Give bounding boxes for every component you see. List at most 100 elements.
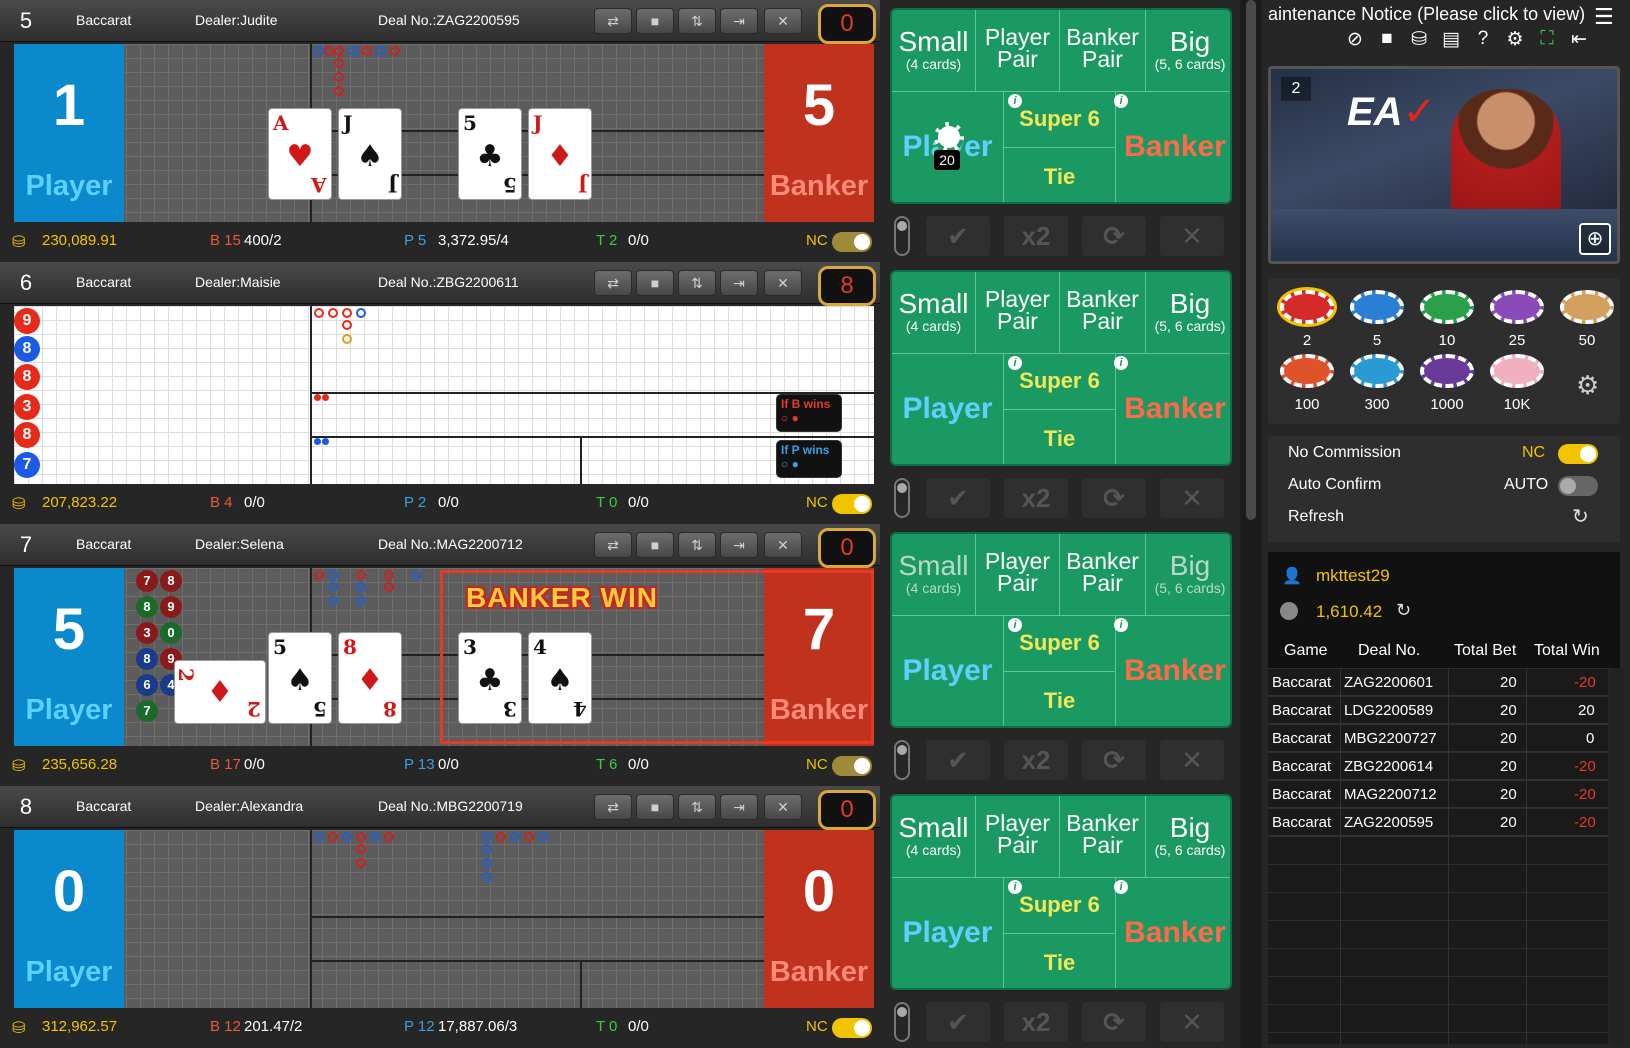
maintenance-notice[interactable]: aintenance Notice (Please click to view) [1268, 4, 1588, 25]
bet-slider[interactable] [894, 740, 910, 780]
bet-banker-pair[interactable]: Banker Pair [1060, 10, 1146, 92]
close-table-button[interactable]: ✕ [764, 8, 802, 34]
bet-big[interactable]: Big (5, 6 cards) [1146, 272, 1230, 354]
bet-tie[interactable]: Tie [1004, 672, 1116, 726]
chip-300[interactable]: 300 [1348, 352, 1406, 413]
chip-1000[interactable]: 1000 [1418, 352, 1476, 413]
info-icon[interactable]: i [1008, 356, 1022, 370]
bet-player-pair[interactable]: Player Pair [976, 534, 1060, 616]
bet-banker[interactable]: Banker [1116, 354, 1230, 464]
close-table-button[interactable]: ✕ [764, 270, 802, 296]
help-icon[interactable]: ? [1470, 28, 1496, 50]
exit-icon[interactable]: ⇤ [1566, 28, 1592, 51]
bet-tie[interactable]: Tie [1004, 148, 1116, 202]
video-button[interactable]: ■ [636, 270, 674, 296]
bet-super6[interactable]: Super 6 i i [1004, 878, 1128, 934]
chip-2[interactable]: 2 [1278, 288, 1336, 349]
confirm-button[interactable]: ✔ [926, 1002, 990, 1042]
video-button[interactable]: ■ [636, 794, 674, 820]
refresh-icon[interactable]: ↻ [1572, 504, 1589, 529]
bet-banker-pair[interactable]: Banker Pair [1060, 534, 1146, 616]
bet-super6[interactable]: Super 6 i i [1004, 616, 1128, 672]
bet-banker-pair[interactable]: Banker Pair [1060, 272, 1146, 354]
bet-tie[interactable]: Tie [1004, 934, 1116, 988]
document-icon[interactable]: ▤ [1438, 28, 1464, 51]
table-row[interactable]: Baccarat ZBG2200614 20 -20 [1268, 752, 1608, 780]
confirm-button[interactable]: ✔ [926, 216, 990, 256]
video-button[interactable]: ■ [636, 532, 674, 558]
switch-table-button[interactable]: ⇄ [594, 532, 632, 558]
history-scrollbar[interactable] [1610, 668, 1624, 1044]
tables-scrollbar[interactable] [1242, 0, 1260, 1048]
chip-50[interactable]: 50 [1558, 288, 1616, 349]
repeat-button[interactable]: ⟳ [1082, 216, 1146, 256]
live-video[interactable]: EA✓ 2 ⊕ [1268, 66, 1620, 264]
switch-table-button[interactable]: ⇄ [594, 794, 632, 820]
bet-small[interactable]: Small (4 cards) [892, 534, 976, 616]
enter-table-button[interactable]: ⇥ [720, 8, 758, 34]
bet-banker-pair[interactable]: Banker Pair [1060, 796, 1146, 878]
bet-big[interactable]: Big (5, 6 cards) [1146, 796, 1230, 878]
video-button[interactable]: ■ [636, 8, 674, 34]
bet-slider[interactable] [894, 216, 910, 256]
nc-toggle[interactable] [832, 232, 872, 252]
table-row[interactable]: Baccarat ZAG2200595 20 -20 [1268, 808, 1608, 836]
bet-super6[interactable]: Super 6 i i [1004, 92, 1128, 148]
table-row[interactable]: Baccarat MBG2200727 20 0 [1268, 724, 1608, 752]
bet-player[interactable]: Player [892, 354, 1004, 464]
road-toggle-button[interactable]: ⇅ [678, 8, 716, 34]
mute-icon[interactable]: ⊘ [1342, 28, 1368, 51]
info-icon[interactable]: i [1008, 94, 1022, 108]
chip-25[interactable]: 25 [1488, 288, 1546, 349]
nc-toggle[interactable] [832, 756, 872, 776]
bet-banker[interactable]: Banker [1116, 878, 1230, 988]
double-button[interactable]: x2 [1004, 478, 1068, 518]
gear-icon[interactable]: ⚙ [1502, 28, 1528, 51]
chip-10k[interactable]: 10K [1488, 352, 1546, 413]
nc-toggle[interactable] [832, 494, 872, 514]
bet-player[interactable]: Player 20 [892, 92, 1004, 202]
zoom-icon[interactable]: ⊕ [1579, 223, 1611, 255]
table-row[interactable]: Baccarat ZAG2200601 20 -20 [1268, 668, 1608, 696]
chip-settings-gear-icon[interactable]: ⚙ [1576, 370, 1599, 401]
menu-icon[interactable]: ☰ [1594, 4, 1614, 30]
switch-table-button[interactable]: ⇄ [594, 270, 632, 296]
scrollbar-thumb[interactable] [1246, 0, 1256, 520]
road-toggle-button[interactable]: ⇅ [678, 270, 716, 296]
bet-slider[interactable] [894, 1002, 910, 1042]
enter-table-button[interactable]: ⇥ [720, 794, 758, 820]
enter-table-button[interactable]: ⇥ [720, 532, 758, 558]
double-button[interactable]: x2 [1004, 1002, 1068, 1042]
chip-5[interactable]: 5 [1348, 288, 1406, 349]
fullscreen-icon[interactable]: ⛶ [1534, 28, 1560, 50]
bet-big[interactable]: Big (5, 6 cards) [1146, 10, 1230, 92]
road-toggle-button[interactable]: ⇅ [678, 532, 716, 558]
close-table-button[interactable]: ✕ [764, 532, 802, 558]
road-toggle-button[interactable]: ⇅ [678, 794, 716, 820]
table-row[interactable]: Baccarat LDG2200589 20 20 [1268, 696, 1608, 724]
nc-toggle[interactable] [832, 1018, 872, 1038]
repeat-button[interactable]: ⟳ [1082, 478, 1146, 518]
close-table-button[interactable]: ✕ [764, 794, 802, 820]
auto-confirm-toggle[interactable] [1558, 476, 1598, 496]
info-icon[interactable]: i [1008, 880, 1022, 894]
table-row[interactable]: Baccarat MAG2200712 20 -20 [1268, 780, 1608, 808]
bet-small[interactable]: Small (4 cards) [892, 796, 976, 878]
bet-player-pair[interactable]: Player Pair [976, 272, 1060, 354]
bet-small[interactable]: Small (4 cards) [892, 10, 976, 92]
bet-tie[interactable]: Tie [1004, 410, 1116, 464]
bet-player[interactable]: Player [892, 878, 1004, 988]
switch-table-button[interactable]: ⇄ [594, 8, 632, 34]
video-icon[interactable]: ■ [1374, 28, 1400, 50]
chips-icon[interactable]: ⛁ [1406, 28, 1432, 51]
bet-big[interactable]: Big (5, 6 cards) [1146, 534, 1230, 616]
cancel-button[interactable]: ✕ [1160, 740, 1224, 780]
bet-banker[interactable]: Banker [1116, 616, 1230, 726]
no-commission-toggle[interactable] [1558, 444, 1598, 464]
repeat-button[interactable]: ⟳ [1082, 1002, 1146, 1042]
confirm-button[interactable]: ✔ [926, 478, 990, 518]
refresh-balance-icon[interactable]: ↻ [1396, 600, 1411, 621]
bet-small[interactable]: Small (4 cards) [892, 272, 976, 354]
bet-banker[interactable]: Banker [1116, 92, 1230, 202]
cancel-button[interactable]: ✕ [1160, 1002, 1224, 1042]
